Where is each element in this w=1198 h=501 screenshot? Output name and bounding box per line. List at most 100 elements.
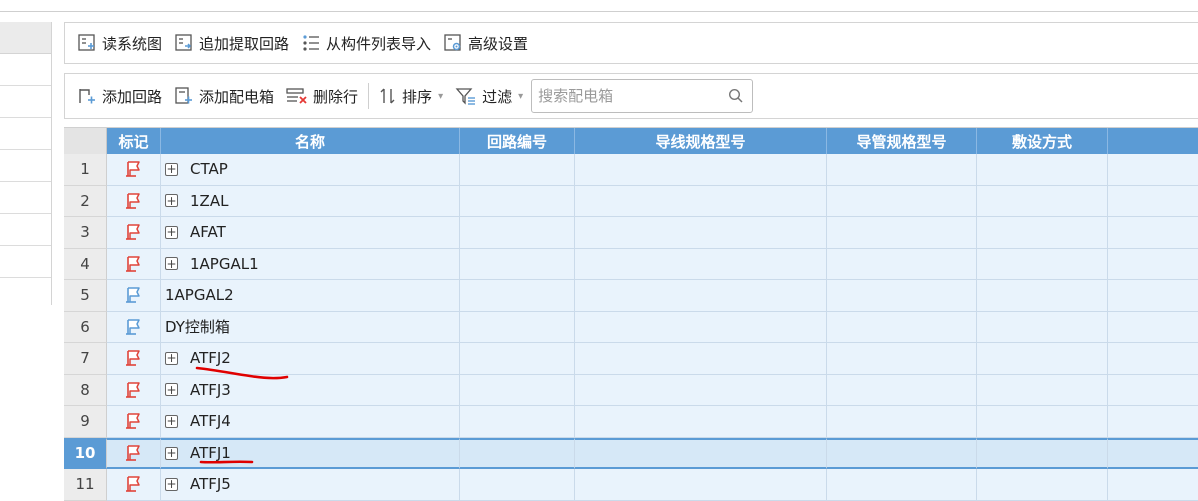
table-row[interactable]: 10 + ATFJ1 (64, 437, 1198, 469)
name-cell[interactable]: + ATFJ1 (161, 437, 460, 469)
add-distribution-box-button[interactable]: 添加配电箱 (168, 82, 280, 110)
table-row[interactable]: 3 + AFAT (64, 217, 1198, 249)
extra-cell[interactable] (1108, 374, 1198, 406)
table-row[interactable]: 9 + ATFJ4 (64, 406, 1198, 438)
conduit-spec-cell[interactable] (827, 437, 977, 469)
wire-spec-cell[interactable] (575, 154, 827, 186)
extra-cell[interactable] (1108, 280, 1198, 312)
column-header-circuit-number[interactable]: 回路编号 (460, 128, 575, 154)
circuit-number-cell[interactable] (460, 217, 575, 249)
expand-icon[interactable]: + (165, 414, 178, 428)
extra-cell[interactable] (1108, 248, 1198, 280)
laying-method-cell[interactable] (977, 311, 1108, 343)
extra-cell[interactable] (1108, 217, 1198, 249)
circuit-number-cell[interactable] (460, 374, 575, 406)
flag-cell[interactable] (107, 343, 161, 375)
name-cell[interactable]: + AFAT (161, 217, 460, 249)
column-header-conduit-spec[interactable]: 导管规格型号 (827, 128, 977, 154)
name-cell[interactable]: + ATFJ3 (161, 374, 460, 406)
circuit-number-cell[interactable] (460, 248, 575, 280)
circuit-number-cell[interactable] (460, 280, 575, 312)
column-header-laying-method[interactable]: 敷设方式 (977, 128, 1108, 154)
extra-cell[interactable] (1108, 437, 1198, 469)
conduit-spec-cell[interactable] (827, 280, 977, 312)
wire-spec-cell[interactable] (575, 311, 827, 343)
add-extract-circuit-button[interactable]: 追加提取回路 (168, 29, 295, 57)
sort-dropdown-icon[interactable]: ▾ (438, 91, 443, 102)
extra-cell[interactable] (1108, 311, 1198, 343)
expand-icon[interactable]: + (165, 194, 178, 208)
expand-icon[interactable]: + (165, 383, 178, 397)
flag-cell[interactable] (107, 469, 161, 501)
conduit-spec-cell[interactable] (827, 217, 977, 249)
wire-spec-cell[interactable] (575, 248, 827, 280)
conduit-spec-cell[interactable] (827, 311, 977, 343)
flag-cell[interactable] (107, 248, 161, 280)
wire-spec-cell[interactable] (575, 185, 827, 217)
laying-method-cell[interactable] (977, 248, 1108, 280)
laying-method-cell[interactable] (977, 469, 1108, 501)
name-cell[interactable]: +1APGAL1 (161, 248, 460, 280)
column-header-wire-spec[interactable]: 导线规格型号 (575, 128, 827, 154)
extra-cell[interactable] (1108, 469, 1198, 501)
conduit-spec-cell[interactable] (827, 185, 977, 217)
expand-icon[interactable]: + (165, 446, 178, 460)
conduit-spec-cell[interactable] (827, 469, 977, 501)
circuit-number-cell[interactable] (460, 406, 575, 438)
table-row[interactable]: 7 + ATFJ2 (64, 343, 1198, 375)
name-cell[interactable]: + ATFJ2 (161, 343, 460, 375)
name-cell[interactable]: + ATFJ5 (161, 469, 460, 501)
flag-cell[interactable] (107, 185, 161, 217)
expand-icon[interactable]: + (165, 351, 178, 365)
name-cell[interactable]: +1ZAL (161, 185, 460, 217)
left-panel-row[interactable] (0, 118, 51, 150)
wire-spec-cell[interactable] (575, 469, 827, 501)
left-panel-row[interactable] (0, 246, 51, 278)
flag-cell[interactable] (107, 217, 161, 249)
filter-button[interactable]: 过滤 ▾ (449, 82, 529, 110)
import-from-component-list-button[interactable]: 从构件列表导入 (295, 29, 437, 57)
wire-spec-cell[interactable] (575, 343, 827, 375)
column-header-flag[interactable]: 标记 (107, 128, 161, 154)
conduit-spec-cell[interactable] (827, 248, 977, 280)
wire-spec-cell[interactable] (575, 374, 827, 406)
laying-method-cell[interactable] (977, 280, 1108, 312)
extra-cell[interactable] (1108, 406, 1198, 438)
laying-method-cell[interactable] (977, 185, 1108, 217)
conduit-spec-cell[interactable] (827, 374, 977, 406)
table-row[interactable]: 11 + ATFJ5 (64, 469, 1198, 501)
column-header-extra[interactable] (1108, 128, 1198, 154)
laying-method-cell[interactable] (977, 154, 1108, 186)
extra-cell[interactable] (1108, 343, 1198, 375)
expand-icon[interactable]: + (165, 225, 178, 239)
circuit-number-cell[interactable] (460, 154, 575, 186)
conduit-spec-cell[interactable] (827, 406, 977, 438)
add-circuit-button[interactable]: 添加回路 (71, 82, 168, 110)
sort-button[interactable]: 排序 ▾ (373, 82, 449, 110)
table-row[interactable]: 6 DY控制箱 (64, 311, 1198, 343)
column-header-name[interactable]: 名称 (161, 128, 460, 154)
filter-dropdown-icon[interactable]: ▾ (518, 91, 523, 102)
left-panel-row[interactable] (0, 214, 51, 246)
name-cell[interactable]: 1APGAL2 (161, 280, 460, 312)
flag-cell[interactable] (107, 406, 161, 438)
flag-cell[interactable] (107, 374, 161, 406)
table-row[interactable]: 4 +1APGAL1 (64, 248, 1198, 280)
read-system-diagram-button[interactable]: 读系统图 (71, 29, 168, 57)
name-cell[interactable]: + CTAP (161, 154, 460, 186)
laying-method-cell[interactable] (977, 217, 1108, 249)
expand-icon[interactable]: + (165, 477, 178, 491)
laying-method-cell[interactable] (977, 343, 1108, 375)
table-row[interactable]: 5 1APGAL2 (64, 280, 1198, 312)
circuit-number-cell[interactable] (460, 185, 575, 217)
circuit-number-cell[interactable] (460, 437, 575, 469)
left-panel-row[interactable] (0, 54, 51, 86)
flag-cell[interactable] (107, 154, 161, 186)
table-row[interactable]: 1 + CTAP (64, 154, 1198, 186)
flag-cell[interactable] (107, 311, 161, 343)
wire-spec-cell[interactable] (575, 437, 827, 469)
conduit-spec-cell[interactable] (827, 343, 977, 375)
expand-icon[interactable]: + (165, 257, 178, 271)
table-row[interactable]: 2 +1ZAL (64, 185, 1198, 217)
laying-method-cell[interactable] (977, 437, 1108, 469)
